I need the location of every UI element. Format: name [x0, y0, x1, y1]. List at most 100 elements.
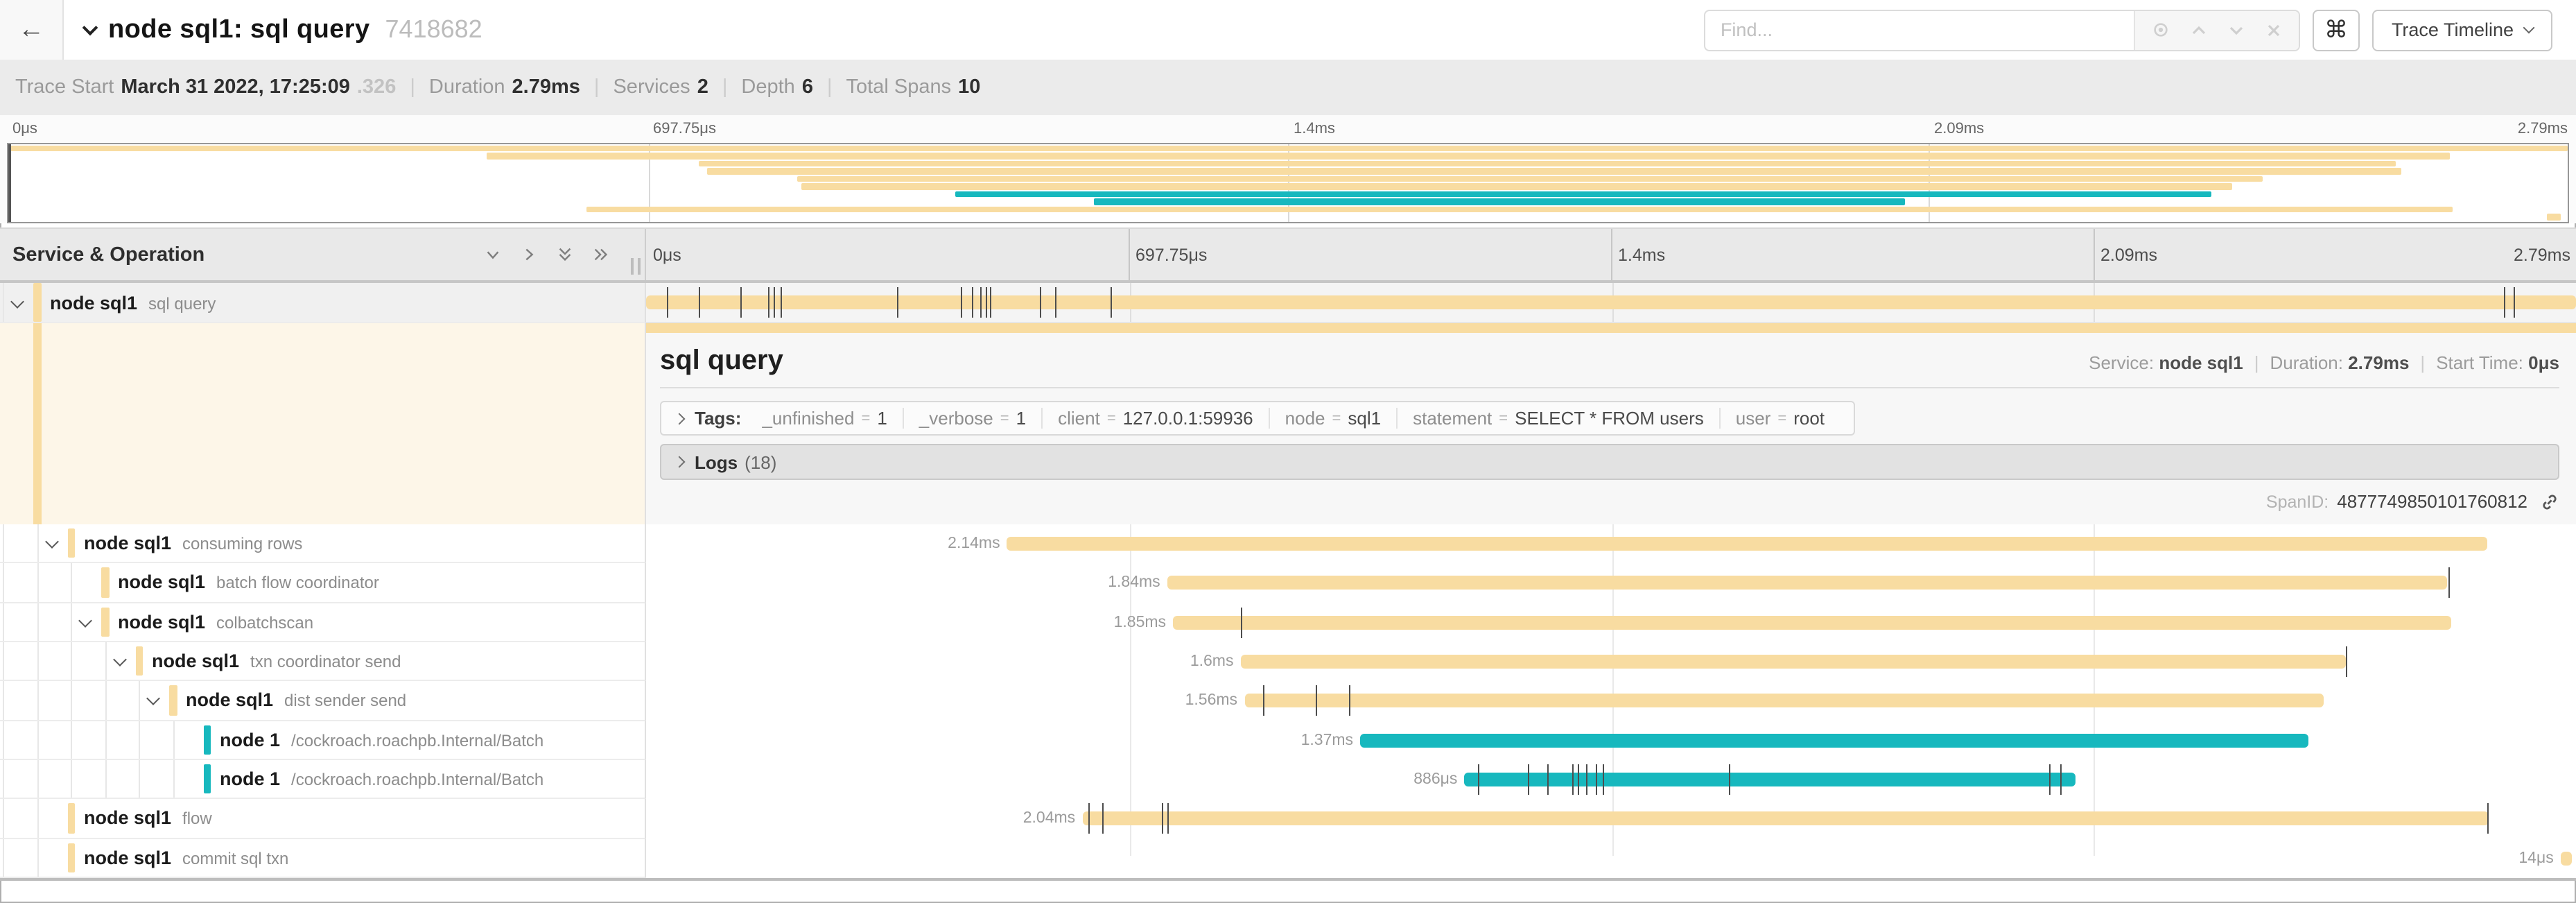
- span-name-cell[interactable]: node 1/cockroach.roachpb.Internal/Batch: [0, 760, 646, 800]
- timeline-ruler: 0μs697.75μs1.4ms2.09ms2.79ms: [646, 229, 2576, 280]
- chevron-down-icon: [2523, 22, 2535, 34]
- double-chevron-right-icon[interactable]: [592, 246, 610, 264]
- span-name-cell[interactable]: node 1/cockroach.roachpb.Internal/Batch: [0, 721, 646, 760]
- indent-guide: [3, 283, 4, 322]
- trace-title-wrap[interactable]: node sql1: sql query 7418682: [85, 15, 482, 45]
- span-name-cell[interactable]: node sql1batch flow coordinator: [0, 564, 646, 603]
- span-timeline-cell[interactable]: 2.14ms: [646, 524, 2576, 564]
- indent-guide: [3, 524, 4, 562]
- indent-guide: [3, 760, 4, 798]
- span-row[interactable]: node sql1txn coordinator send1.6ms: [0, 642, 2576, 682]
- span-timeline-cell[interactable]: 14μs: [646, 839, 2576, 878]
- span-row[interactable]: node sql1dist sender send1.56ms: [0, 682, 2576, 721]
- depth-label: Depth: [741, 76, 794, 98]
- log-marker: [1040, 287, 1041, 318]
- log-marker: [2514, 287, 2516, 318]
- expander-chevron-down-icon[interactable]: [112, 653, 126, 666]
- log-marker: [698, 287, 699, 318]
- chevron-up-icon[interactable]: [2191, 22, 2207, 38]
- indent-guide: [37, 839, 38, 877]
- equals-sign: =: [1000, 410, 1009, 427]
- back-button[interactable]: ←: [0, 0, 64, 60]
- chevron-down-icon[interactable]: [484, 246, 502, 264]
- span-name-cell[interactable]: node sql1flow: [0, 800, 646, 839]
- minimap-span-strip: [586, 206, 2452, 213]
- span-name-cell[interactable]: node sql1colbatchscan: [0, 603, 646, 642]
- span-name-cell[interactable]: node sql1sql query: [0, 283, 646, 323]
- span-bar[interactable]: [2561, 852, 2571, 866]
- span-name-text: node sql1batch flow coordinator: [118, 572, 379, 593]
- span-timeline-cell[interactable]: 1.56ms: [646, 682, 2576, 721]
- span-bar[interactable]: [1167, 576, 2447, 590]
- span-bar[interactable]: [646, 295, 2576, 309]
- double-chevron-down-icon[interactable]: [556, 246, 574, 264]
- log-marker: [961, 287, 962, 318]
- minimap-tick-label: 2.79ms: [2518, 121, 2568, 137]
- span-row[interactable]: node sql1flow 2.04ms: [0, 800, 2576, 839]
- span-timeline-cell[interactable]: 1.85ms: [646, 603, 2576, 642]
- chevron-down-icon[interactable]: [2228, 22, 2245, 38]
- close-icon[interactable]: [2265, 22, 2282, 38]
- span-duration-label: 2.04ms: [1023, 811, 1082, 827]
- indent-guide: [37, 603, 38, 641]
- span-name-cell[interactable]: node sql1txn coordinator send: [0, 642, 646, 682]
- span-timeline-cell[interactable]: 1.6ms: [646, 642, 2576, 682]
- span-bar[interactable]: [1244, 694, 2323, 708]
- span-name-cell[interactable]: node sql1commit sql txn: [0, 839, 646, 878]
- view-selector-button[interactable]: Trace Timeline: [2372, 9, 2552, 51]
- minimap-span-strip: [1093, 198, 1904, 205]
- span-timeline-cell[interactable]: 2.04ms: [646, 800, 2576, 839]
- chevron-right-icon[interactable]: [520, 246, 538, 264]
- expander-chevron-down-icon[interactable]: [146, 692, 160, 706]
- span-timeline-cell[interactable]: [646, 283, 2576, 323]
- indent-guide: [105, 721, 106, 759]
- span-bar[interactable]: [1360, 734, 2308, 748]
- timeline-gridline: [1129, 229, 1130, 280]
- span-accent-bar: [33, 333, 41, 524]
- duration-label: Duration: [429, 76, 505, 98]
- span-row[interactable]: node sql1commit sql txn14μs: [0, 839, 2576, 878]
- span-name-text: node sql1flow: [84, 808, 212, 829]
- span-row[interactable]: node sql1colbatchscan1.85ms: [0, 603, 2576, 642]
- span-timeline-cell[interactable]: 1.37ms: [646, 721, 2576, 760]
- timeline-header-row: Service & Operation 0μs697.75μs1.4ms2.09…: [0, 227, 2576, 283]
- tag-value: sql1: [1348, 408, 1381, 429]
- span-service-name: node sql1: [84, 533, 171, 553]
- indent-guide: [3, 682, 4, 720]
- span-timeline-cell[interactable]: 1.84ms: [646, 564, 2576, 603]
- span-bar[interactable]: [1082, 812, 2489, 826]
- span-bar[interactable]: [1007, 537, 2487, 551]
- span-duration-label: 2.14ms: [948, 535, 1007, 552]
- expander-chevron-down-icon[interactable]: [44, 535, 58, 549]
- span-row[interactable]: node 1/cockroach.roachpb.Internal/Batch1…: [0, 721, 2576, 760]
- minimap-canvas[interactable]: [7, 143, 2569, 223]
- log-marker: [1586, 764, 1587, 795]
- column-resize-handle[interactable]: [631, 258, 641, 275]
- span-row[interactable]: node 1/cockroach.roachpb.Internal/Batch8…: [0, 760, 2576, 800]
- minimap-span-strip: [707, 168, 2401, 175]
- duration-value: 2.79ms: [2348, 352, 2409, 373]
- span-bar[interactable]: [1464, 773, 2076, 786]
- tags-accordion[interactable]: Tags: _unfinished=1_verbose=1client=127.…: [660, 401, 1855, 436]
- minimap-tick-label: 697.75μs: [653, 121, 716, 137]
- span-row[interactable]: node sql1consuming rows 2.14ms: [0, 524, 2576, 564]
- span-name-cell[interactable]: node sql1dist sender send: [0, 682, 646, 721]
- find-input[interactable]: [1705, 10, 2134, 49]
- span-timeline-cell[interactable]: 886μs: [646, 760, 2576, 800]
- logs-accordion[interactable]: Logs (18): [660, 444, 2559, 480]
- span-bar[interactable]: [1173, 616, 2451, 630]
- log-marker: [2505, 287, 2506, 318]
- minimap-span-strip: [699, 160, 2396, 167]
- span-row[interactable]: node sql1batch flow coordinator 1.84ms: [0, 564, 2576, 603]
- indent-guide: [37, 642, 38, 680]
- expander-chevron-down-icon[interactable]: [78, 614, 92, 628]
- minimap-drag-handle[interactable]: [8, 144, 11, 222]
- locate-icon[interactable]: [2152, 21, 2170, 39]
- span-name-cell[interactable]: node sql1consuming rows: [0, 524, 646, 564]
- log-marker: [2049, 764, 2051, 795]
- expander-chevron-down-icon[interactable]: [10, 294, 24, 308]
- span-row[interactable]: node sql1sql query: [0, 283, 2576, 323]
- span-bar[interactable]: [1240, 655, 2346, 669]
- keyboard-shortcuts-button[interactable]: ⌘: [2313, 9, 2360, 51]
- link-icon[interactable]: [2540, 492, 2559, 511]
